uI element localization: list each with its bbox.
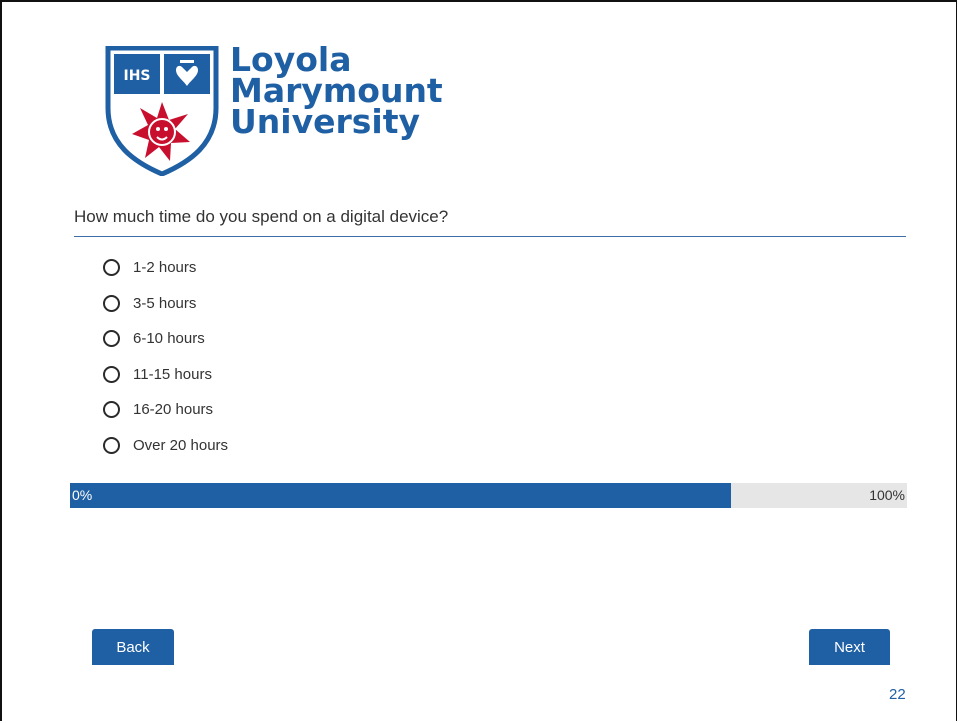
option-label: 16-20 hours — [133, 401, 214, 419]
radio-button[interactable] — [103, 365, 120, 383]
question-divider — [74, 236, 906, 237]
option-label: 6-10 hours — [133, 330, 205, 348]
slide-number: 22 — [889, 686, 906, 703]
university-logo: IHS Loyola Marymount University — [104, 43, 444, 176]
option-11-15-hours[interactable]: 11-15 hours — [103, 357, 228, 393]
radio-button[interactable] — [103, 436, 120, 454]
option-1-2-hours[interactable]: 1-2 hours — [103, 250, 228, 286]
survey-question: How much time do you spend on a digital … — [74, 207, 449, 226]
option-label: 1-2 hours — [133, 259, 197, 277]
radio-button[interactable] — [103, 294, 120, 312]
option-16-20-hours[interactable]: 16-20 hours — [103, 392, 228, 428]
progress-bar: 0% 100% — [70, 483, 907, 508]
next-button[interactable]: Next — [809, 629, 890, 665]
university-name: Loyola Marymount University — [230, 43, 443, 141]
option-over-20-hours[interactable]: Over 20 hours — [103, 428, 228, 464]
back-button[interactable]: Back — [92, 629, 174, 665]
logo-line-3: University — [230, 102, 421, 141]
progress-fill — [70, 483, 732, 508]
emblem-text: IHS — [123, 68, 150, 84]
radio-button[interactable] — [103, 259, 120, 277]
radio-button[interactable] — [103, 401, 120, 419]
radio-button[interactable] — [103, 330, 120, 348]
answer-options: 1-2 hours 3-5 hours 6-10 hours 11-15 hou… — [103, 250, 228, 463]
lmu-shield-crest-icon: IHS — [105, 46, 219, 176]
option-label: Over 20 hours — [133, 436, 229, 454]
progress-start-label: 0% — [72, 487, 93, 503]
progress-end-label: 100% — [869, 487, 905, 503]
option-3-5-hours[interactable]: 3-5 hours — [103, 286, 228, 322]
option-label: 3-5 hours — [133, 294, 197, 312]
option-6-10-hours[interactable]: 6-10 hours — [103, 321, 228, 357]
option-label: 11-15 hours — [133, 365, 212, 383]
